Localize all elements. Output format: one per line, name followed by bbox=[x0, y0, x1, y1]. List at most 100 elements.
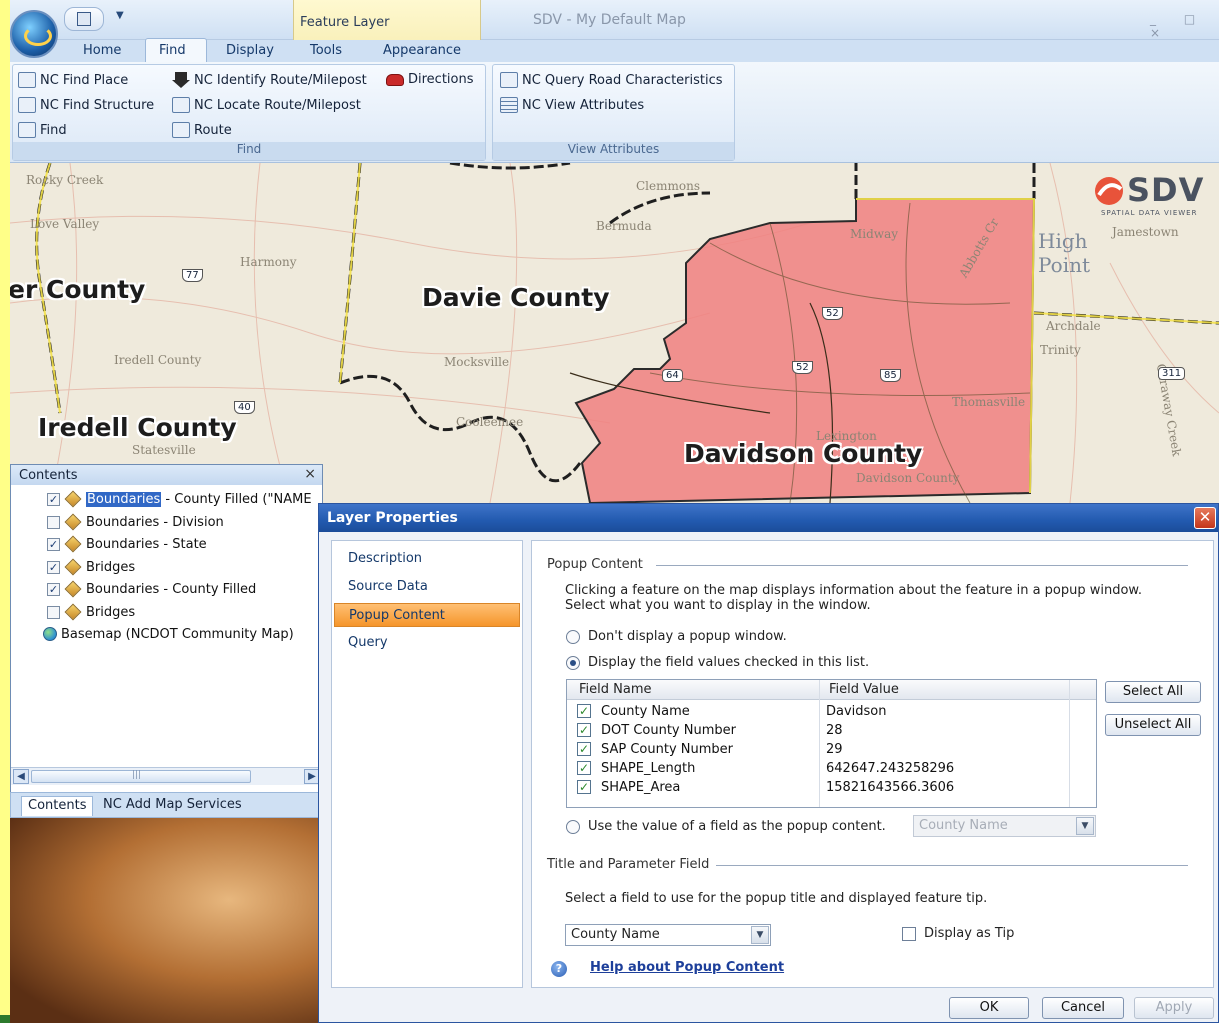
tab-tools[interactable]: Tools bbox=[310, 43, 342, 58]
table-row[interactable]: ✓ County Name Davidson bbox=[567, 702, 1096, 721]
layer-checkbox[interactable] bbox=[47, 605, 60, 619]
help-icon[interactable]: ? bbox=[551, 961, 567, 977]
nc-find-place-button[interactable]: NC Find Place bbox=[18, 72, 128, 88]
tab-contents[interactable]: Contents bbox=[21, 796, 94, 816]
town-label: Bermuda bbox=[596, 219, 652, 233]
layer-checkbox[interactable] bbox=[47, 515, 60, 529]
tab-home[interactable]: Home bbox=[83, 43, 121, 58]
table-row[interactable]: ✓ SHAPE_Area 15821643566.3606 bbox=[567, 778, 1096, 797]
nav-source-data[interactable]: Source Data bbox=[334, 575, 520, 599]
nc-find-structure-button[interactable]: NC Find Structure bbox=[18, 97, 154, 113]
layer-checkbox[interactable]: ✓ bbox=[47, 560, 60, 574]
route-shield: 52 bbox=[822, 307, 843, 320]
layer-icon bbox=[64, 580, 82, 598]
layer-item[interactable]: Boundaries - Division bbox=[47, 512, 224, 532]
popup-field-select[interactable]: County Name ▼ bbox=[913, 815, 1096, 837]
layer-item[interactable]: ✓ Boundaries - State bbox=[47, 534, 207, 554]
title-field-select[interactable]: County Name ▼ bbox=[565, 924, 771, 946]
application-menu-button[interactable] bbox=[10, 10, 58, 58]
ok-button[interactable]: OK bbox=[949, 997, 1029, 1019]
tab-display[interactable]: Display bbox=[226, 43, 274, 58]
nav-popup-content[interactable]: Popup Content bbox=[334, 603, 520, 627]
table-row[interactable]: ✓ SAP County Number 29 bbox=[567, 740, 1096, 759]
chevron-down-icon: ▼ bbox=[751, 926, 769, 944]
unselect-all-button[interactable]: Unselect All bbox=[1105, 714, 1201, 736]
help-popup-content-link[interactable]: Help about Popup Content bbox=[590, 960, 784, 975]
sdv-logo-text: SDV bbox=[1127, 171, 1205, 209]
nav-query[interactable]: Query bbox=[334, 631, 520, 655]
nc-query-road-characteristics-button[interactable]: NC Query Road Characteristics bbox=[500, 72, 723, 88]
display-as-tip-checkbox[interactable] bbox=[902, 927, 916, 941]
popup-description-line-1: Clicking a feature on the map displays i… bbox=[565, 583, 1143, 598]
scroll-left-icon[interactable]: ◀ bbox=[13, 769, 29, 784]
background-photo bbox=[10, 818, 323, 1023]
sdv-logo: SDV SPATIAL DATA VIEWER bbox=[1091, 171, 1215, 221]
layer-item[interactable]: Basemap (NCDOT Community Map) bbox=[43, 624, 294, 644]
county-label: er County bbox=[10, 275, 146, 304]
map-view[interactable]: Rocky Creek Love Valley Harmony Clemmons… bbox=[10, 163, 1219, 503]
field-checkbox[interactable]: ✓ bbox=[577, 761, 591, 775]
contents-close-button[interactable]: × bbox=[304, 466, 316, 482]
radio-use-field-value[interactable] bbox=[566, 820, 580, 834]
county-label: Iredell County bbox=[38, 413, 237, 442]
globe-icon bbox=[43, 627, 57, 641]
town-label: Love Valley bbox=[30, 217, 100, 231]
slide-background-strip bbox=[0, 0, 10, 1023]
field-name-cell: SAP County Number bbox=[601, 742, 734, 757]
save-icon[interactable] bbox=[77, 12, 91, 26]
apply-button[interactable]: Apply bbox=[1134, 997, 1214, 1019]
display-as-tip-label: Display as Tip bbox=[924, 926, 1015, 941]
cancel-button[interactable]: Cancel bbox=[1042, 997, 1124, 1019]
radio-display-fields[interactable] bbox=[566, 656, 580, 670]
nc-identify-route-milepost-button[interactable]: NC Identify Route/Milepost bbox=[172, 72, 367, 88]
field-checkbox[interactable]: ✓ bbox=[577, 704, 591, 718]
window-controls[interactable]: _ □ × bbox=[1150, 12, 1219, 40]
town-label: Clemmons bbox=[636, 179, 700, 193]
select-all-button[interactable]: Select All bbox=[1105, 681, 1201, 703]
field-checkbox[interactable]: ✓ bbox=[577, 780, 591, 794]
layer-checkbox[interactable]: ✓ bbox=[47, 582, 60, 596]
tab-appearance[interactable]: Appearance bbox=[383, 43, 461, 58]
section-title-parameter: Title and Parameter Field bbox=[547, 857, 710, 872]
section-popup-content: Popup Content bbox=[547, 557, 643, 572]
route-button[interactable]: Route bbox=[172, 122, 232, 138]
town-label: Statesville bbox=[132, 443, 196, 457]
layer-checkbox[interactable]: ✓ bbox=[47, 492, 60, 506]
column-header-field-value[interactable]: Field Value bbox=[829, 682, 899, 697]
table-icon bbox=[500, 97, 518, 113]
column-header-field-name[interactable]: Field Name bbox=[579, 682, 652, 697]
qat-customize-icon[interactable]: ▼ bbox=[116, 10, 124, 21]
field-name-cell: SHAPE_Length bbox=[601, 761, 696, 776]
nav-description[interactable]: Description bbox=[334, 547, 520, 571]
close-icon[interactable]: ✕ bbox=[1194, 507, 1216, 529]
horizontal-scrollbar[interactable]: ◀ ||| ▶ bbox=[11, 767, 322, 785]
layer-item[interactable]: Bridges bbox=[47, 602, 135, 622]
scroll-grip: ||| bbox=[132, 770, 142, 780]
layer-label: Basemap (NCDOT Community Map) bbox=[61, 626, 294, 642]
layer-item[interactable]: ✓ Bridges bbox=[47, 557, 135, 577]
tab-find[interactable]: Find bbox=[159, 43, 186, 58]
table-row[interactable]: ✓ DOT County Number 28 bbox=[567, 721, 1096, 740]
nc-view-attributes-button[interactable]: NC View Attributes bbox=[500, 97, 644, 113]
find-button[interactable]: Find bbox=[18, 122, 67, 138]
app-window: Feature Layer ▼ SDV - My Default Map _ □… bbox=[0, 0, 1219, 1023]
layer-label: Boundaries - Division bbox=[86, 514, 224, 530]
layer-item[interactable]: ✓ Boundaries - County Filled bbox=[47, 579, 256, 599]
field-checkbox[interactable]: ✓ bbox=[577, 723, 591, 737]
radio-no-popup[interactable] bbox=[566, 630, 580, 644]
layer-label: Boundaries - County Filled ("NAME bbox=[86, 491, 312, 507]
field-value-cell: Davidson bbox=[826, 704, 887, 719]
scrollbar-thumb[interactable]: ||| bbox=[31, 770, 251, 783]
contents-panel: Contents × ✓ Boundaries - County Filled (… bbox=[10, 464, 323, 794]
table-row[interactable]: ✓ SHAPE_Length 642647.243258296 bbox=[567, 759, 1096, 778]
tab-nc-add-map-services[interactable]: NC Add Map Services bbox=[97, 796, 248, 816]
nc-locate-route-milepost-button[interactable]: NC Locate Route/Milepost bbox=[172, 97, 361, 113]
directions-button[interactable]: Directions bbox=[386, 72, 474, 87]
layer-checkbox[interactable]: ✓ bbox=[47, 537, 60, 551]
locate-icon bbox=[172, 97, 190, 113]
layer-item[interactable]: ✓ Boundaries - County Filled ("NAME bbox=[47, 489, 312, 509]
dialog-nav: Description Source Data Popup Content Qu… bbox=[331, 540, 523, 988]
field-name-cell: DOT County Number bbox=[601, 723, 736, 738]
field-checkbox[interactable]: ✓ bbox=[577, 742, 591, 756]
field-grid: Field Name Field Value ✓ County Name Dav… bbox=[566, 679, 1097, 808]
